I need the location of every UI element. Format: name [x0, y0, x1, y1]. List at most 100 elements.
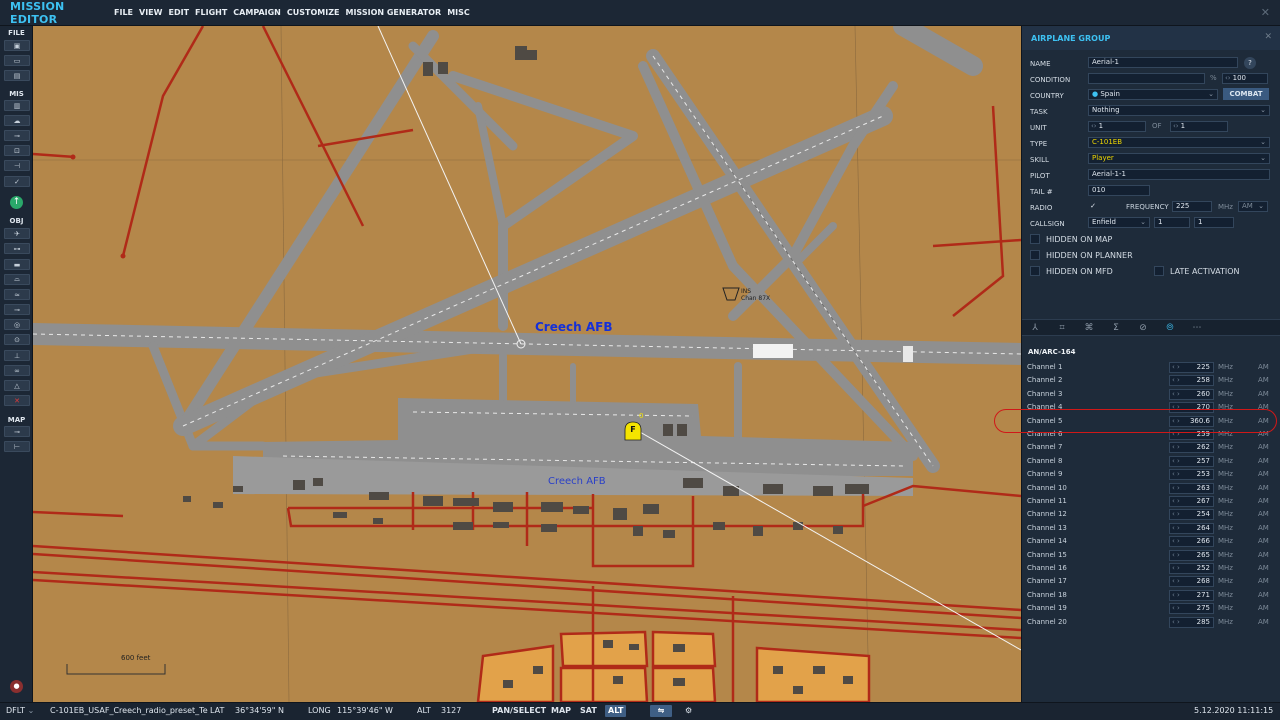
name-field[interactable]: Aerial-1	[1088, 57, 1238, 68]
menu-view[interactable]: VIEW	[139, 8, 162, 17]
add-nav-point-icon[interactable]: ⊙	[4, 334, 30, 345]
menu-flight[interactable]: FLIGHT	[195, 8, 227, 17]
menu-edit[interactable]: EDIT	[168, 8, 189, 17]
menu-file[interactable]: FILE	[114, 8, 133, 17]
alt-mode-button[interactable]: ALT	[605, 705, 627, 717]
unit-spinner[interactable]: ‹› 1	[1088, 121, 1146, 132]
airfield-label[interactable]: Creech AFB	[535, 320, 612, 334]
channel-frequency-spinner[interactable]: ‹ › 262	[1169, 442, 1214, 454]
callsign-number-2[interactable]: 1	[1194, 217, 1234, 228]
condition-field[interactable]	[1088, 73, 1205, 84]
modulation-select[interactable]: AM ⌄	[1238, 201, 1268, 212]
channel-frequency-spinner[interactable]: ‹ › 258	[1169, 375, 1214, 387]
spinner-arrows-icon[interactable]: ‹ ›	[1170, 564, 1180, 572]
map-mode-button[interactable]: MAP	[548, 705, 574, 717]
channel-frequency-spinner[interactable]: ‹ › 267	[1169, 496, 1214, 507]
settings-gear-icon[interactable]: ⚙	[682, 705, 695, 717]
panel-close-icon[interactable]: ✕	[1264, 32, 1272, 42]
combat-button[interactable]: COMBAT	[1223, 88, 1269, 100]
spinner-arrows-icon[interactable]: ‹ ›	[1170, 417, 1180, 425]
late-activation-checkbox[interactable]	[1154, 266, 1164, 276]
spinner-arrows-icon[interactable]: ‹ ›	[1170, 551, 1180, 559]
pan-select-button[interactable]: PAN/SELECT	[489, 705, 549, 717]
hidden-on-planner-checkbox[interactable]	[1030, 250, 1040, 260]
check-icon[interactable]: ✓	[4, 176, 30, 187]
open-mission-icon[interactable]: ▭	[4, 55, 30, 66]
add-static-icon[interactable]: ≈	[4, 289, 30, 300]
add-ground-unit-icon[interactable]: ▬	[4, 259, 30, 270]
type-select[interactable]: C-101EB ⌄	[1088, 137, 1270, 148]
spinner-arrows-icon[interactable]: ‹ ›	[1170, 443, 1180, 451]
add-ship-icon[interactable]: ⌓	[4, 274, 30, 285]
spinner-arrows-icon[interactable]: ‹ ›	[1170, 604, 1180, 612]
spinner-arrows-icon[interactable]: ‹ ›	[1170, 577, 1180, 585]
add-helicopter-icon[interactable]: ⊶	[4, 243, 30, 254]
frequency-field[interactable]: 225	[1172, 201, 1212, 212]
spinner-arrows-icon[interactable]: ‹ ›	[1170, 430, 1180, 438]
radio-checkbox[interactable]: ✓	[1088, 202, 1098, 212]
save-as-icon[interactable]: ▤	[4, 70, 30, 81]
unit-of-spinner[interactable]: ‹› 1	[1170, 121, 1228, 132]
channel-frequency-spinner[interactable]: ‹ › 257	[1169, 455, 1214, 467]
map-view[interactable]: Creech AFB Creech AFB INS Chan 87X F 0 6…	[33, 26, 1021, 702]
channel-frequency-spinner[interactable]: ‹ › 270	[1169, 402, 1214, 414]
payload-icon[interactable]: ⌗	[1053, 322, 1071, 334]
menu-mission-generator[interactable]: MISSION GENERATOR	[345, 8, 441, 17]
spinner-arrows-icon[interactable]: ‹ ›	[1170, 457, 1180, 465]
channel-frequency-spinner[interactable]: ‹ › 225	[1169, 362, 1214, 373]
menu-customize[interactable]: CUSTOMIZE	[287, 8, 340, 17]
group-marker-letter[interactable]: F	[629, 425, 637, 434]
channel-frequency-spinner[interactable]: ‹ › 260	[1169, 388, 1214, 400]
spinner-arrows-icon[interactable]: ‹ ›	[1170, 537, 1180, 545]
help-icon[interactable]: ↑	[10, 196, 23, 209]
spinner-arrows-icon[interactable]: ‹ ›	[1170, 403, 1180, 411]
map-canvas[interactable]	[33, 26, 1021, 702]
spinner-arrows-icon[interactable]: ‹ ›	[1170, 484, 1180, 492]
failures-icon[interactable]: ⊘	[1134, 322, 1152, 334]
triggers-icon[interactable]: ⊸	[4, 130, 30, 141]
zones-icon[interactable]: ⊡	[4, 145, 30, 156]
channel-frequency-spinner[interactable]: ‹ › 285	[1169, 616, 1214, 628]
channel-frequency-spinner[interactable]: ‹ › 259	[1169, 429, 1214, 440]
add-shapes-icon[interactable]: △	[4, 380, 30, 391]
menu-campaign[interactable]: CAMPAIGN	[233, 8, 281, 17]
help-circle-icon[interactable]: ?	[1244, 57, 1256, 69]
channel-frequency-spinner[interactable]: ‹ › 264	[1169, 522, 1214, 534]
channel-frequency-spinner[interactable]: ‹ › 254	[1169, 509, 1214, 521]
radio-icon[interactable]: ⦾	[1161, 322, 1179, 334]
spinner-arrows-icon[interactable]: ‹ ›	[1170, 497, 1180, 505]
task-select[interactable]: Nothing ⌄	[1088, 105, 1270, 116]
callsign-number-1[interactable]: 1	[1154, 217, 1190, 228]
layers-icon[interactable]: ⇋	[650, 705, 672, 717]
channel-frequency-spinner[interactable]: ‹ › 268	[1169, 576, 1214, 588]
add-bullseye-icon[interactable]: ∞	[4, 365, 30, 376]
spinner-arrows-icon[interactable]: ‹ ›	[1170, 470, 1180, 478]
spinner-arrows-icon[interactable]: ‹ ›	[1170, 510, 1180, 518]
add-target-icon[interactable]: ◎	[4, 319, 30, 330]
channel-frequency-spinner[interactable]: ‹ › 252	[1169, 563, 1214, 574]
add-initial-point-icon[interactable]: ⊥	[4, 350, 30, 361]
add-airplane-icon[interactable]: ✈	[4, 228, 30, 239]
spinner-arrows-icon[interactable]: ‹ ›	[1170, 363, 1180, 371]
menu-misc[interactable]: MISC	[447, 8, 470, 17]
save-mission-icon[interactable]: ▣	[4, 40, 30, 51]
pilot-field[interactable]: Aerial-1-1	[1088, 169, 1270, 180]
spinner-arrows-icon[interactable]: ‹ ›	[1170, 618, 1180, 626]
callsign-select[interactable]: Enfield ⌄	[1088, 217, 1150, 228]
channel-frequency-spinner[interactable]: ‹ › 253	[1169, 469, 1214, 481]
add-template-icon[interactable]: ⊸	[4, 304, 30, 315]
channel-frequency-spinner[interactable]: ‹ › 360.6	[1169, 415, 1214, 427]
tail-field[interactable]: 010	[1088, 185, 1150, 196]
channel-frequency-spinner[interactable]: ‹ › 271	[1169, 589, 1214, 601]
country-select[interactable]: ● Spain ⌄	[1088, 89, 1218, 100]
spinner-arrows-icon[interactable]: ‹ ›	[1170, 591, 1180, 599]
channel-frequency-spinner[interactable]: ‹ › 266	[1169, 536, 1214, 548]
spinner-arrows-icon[interactable]: ‹ ›	[1170, 524, 1180, 532]
route-icon[interactable]: ⅄	[1026, 322, 1044, 334]
channel-frequency-spinner[interactable]: ‹ › 265	[1169, 549, 1214, 561]
more-icon[interactable]: ⋯	[1188, 322, 1206, 334]
summary-icon[interactable]: ⌘	[1080, 322, 1098, 334]
hidden-on-mfd-checkbox[interactable]	[1030, 266, 1040, 276]
condition-percent-spinner[interactable]: ‹› 100	[1222, 73, 1268, 84]
delete-icon[interactable]: ✕	[4, 395, 30, 406]
